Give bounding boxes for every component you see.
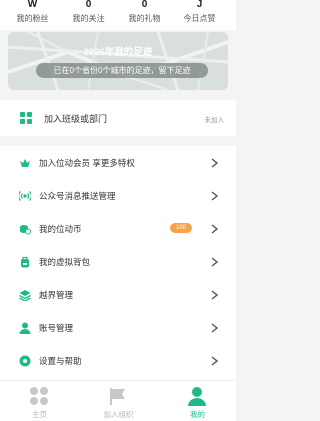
stat-gifts-label: 我的礼物 [128,14,161,23]
broadcast-icon [19,191,31,201]
stat-likes-label: 今日点赞 [183,14,216,23]
settings-menu: 加入位动会员 享更多特权 公众号消息推送管理 我的位动币 100 我的虚拟背包 [0,146,236,380]
menu-item-label: 公众号消息推送管理 [39,191,116,201]
footprint-subtitle[interactable]: 已在0个省份0个城市的足迹，留下足迹 [36,63,208,78]
menu-item-push[interactable]: 公众号消息推送管理 [0,179,236,212]
join-status: 未加入 [204,117,225,124]
menu-item-label: 加入位动会员 享更多特权 [39,158,135,168]
stat-fans-label: 我的粉丝 [16,14,49,23]
tab-home-label: 主页 [32,410,47,419]
stat-gifts-value: 0 [141,0,148,10]
tab-mine[interactable]: 我的 [158,381,237,421]
join-class-label: 加入班级或部门 [44,114,108,124]
stat-fans-value: W [27,0,38,10]
stats-bar: W 我的粉丝 0 我的关注 0 我的礼物 J 今日点赞 [0,0,236,30]
chevron-right-icon [211,257,218,267]
menu-item-account[interactable]: 账号管理 [0,311,236,344]
menu-item-label: 越界管理 [39,290,74,300]
settings-icon [19,355,31,367]
stat-fans[interactable]: W 我的粉丝 [3,0,62,30]
stat-likes-value: J [196,0,203,10]
menu-item-vip[interactable]: 加入位动会员 享更多特权 [0,146,236,179]
menu-item-label: 我的位动币 [39,224,82,234]
coin-count-badge: 100 [170,223,192,233]
home-grid-icon [30,387,48,405]
menu-item-coins[interactable]: 我的位动币 100 [0,212,236,245]
menu-item-boundary[interactable]: 越界管理 [0,278,236,311]
chevron-right-icon [211,191,218,201]
stat-following-label: 我的关注 [72,14,105,23]
chevron-right-icon [211,158,218,168]
backpack-icon [21,256,29,268]
menu-item-label: 账号管理 [39,323,74,333]
stat-following[interactable]: 0 我的关注 [59,0,118,30]
chevron-right-icon [211,323,218,333]
layers-icon [19,290,31,301]
user-icon [19,322,31,334]
chevron-right-icon [211,356,218,366]
menu-item-settings[interactable]: 设置与帮助 [0,344,236,377]
coin-icon [20,225,31,235]
stat-gifts[interactable]: 0 我的礼物 [115,0,174,30]
flag-icon [110,388,125,405]
vip-icon [20,159,30,167]
chevron-right-icon [211,290,218,300]
tab-join-org-label: 加入组织 [103,410,134,419]
chevron-right-icon [211,224,218,234]
tab-home[interactable]: 主页 [0,381,79,421]
menu-item-label: 我的虚拟背包 [39,257,91,267]
bottom-tab-bar: 主页 加入组织 我的 [0,380,236,421]
person-icon [188,387,206,406]
grid-icon [20,112,32,124]
map-background-icon [8,32,228,90]
footprint-banner[interactable]: 2026年我的足迹 已在0个省份0个城市的足迹，留下足迹 [8,32,228,90]
menu-item-label: 设置与帮助 [39,356,82,366]
stat-following-value: 0 [85,0,92,10]
footprint-title: 2026年我的足迹 [83,47,153,58]
join-class-row[interactable]: 加入班级或部门 未加入 [0,100,236,136]
tab-join-org[interactable]: 加入组织 [79,381,158,421]
stat-likes[interactable]: J 今日点赞 [170,0,229,30]
menu-item-backpack[interactable]: 我的虚拟背包 [0,245,236,278]
tab-mine-label: 我的 [190,410,205,419]
